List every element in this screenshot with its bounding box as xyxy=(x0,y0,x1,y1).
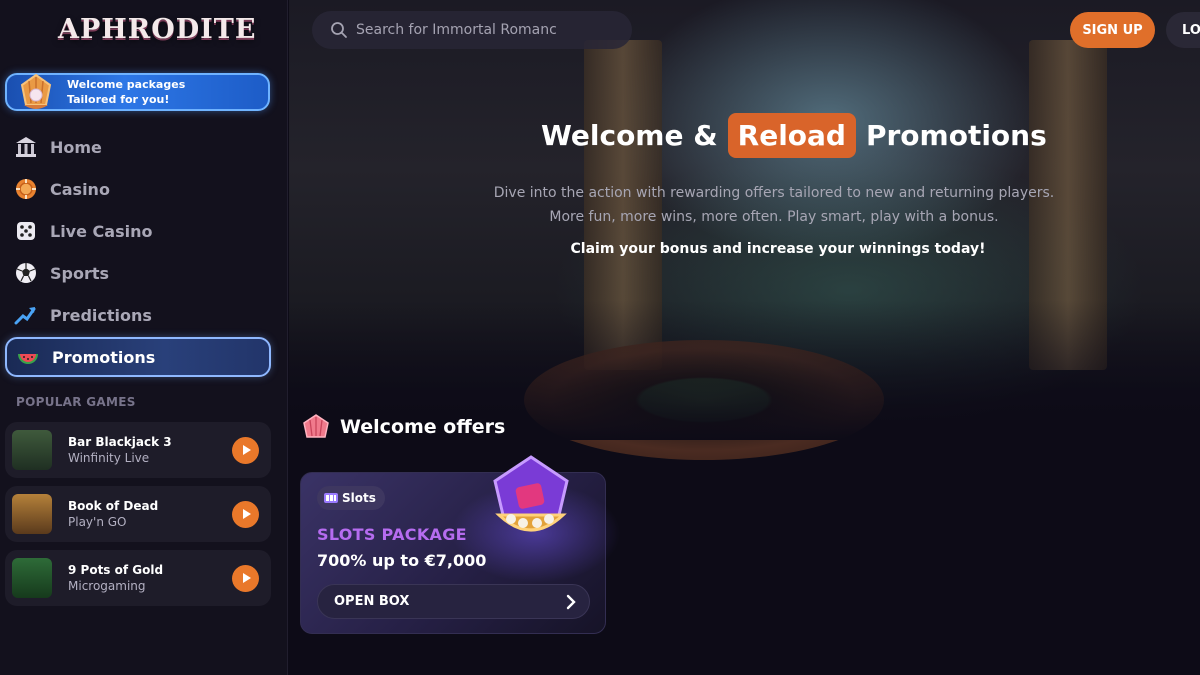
hero-title-post: Promotions xyxy=(865,119,1047,152)
sign-up-button[interactable]: SIGN UP xyxy=(1070,12,1155,48)
offer-card[interactable]: Slots SLOTS PACKAGE 700% up to €7,000 OP… xyxy=(300,455,621,634)
welcome-offers-title: Welcome offers xyxy=(340,416,506,438)
chip-icon xyxy=(13,176,39,202)
offer-package-title: SLOTS PACKAGE xyxy=(317,525,467,544)
hero-title: Welcome & Reload Promotions xyxy=(541,113,1047,158)
nav-label-casino: Casino xyxy=(50,179,110,199)
nav-item-casino[interactable]: Casino xyxy=(5,169,271,209)
nav-label-predictions: Predictions xyxy=(50,305,152,325)
chevron-right-icon xyxy=(566,594,576,609)
search-placeholder: Search for Immortal Romanc xyxy=(356,22,557,38)
nav-label-home: Home xyxy=(50,137,102,157)
nav-item-promotions[interactable]: Promotions xyxy=(5,337,271,377)
welcome-banner-line1: Welcome packages xyxy=(67,78,186,91)
play-icon[interactable] xyxy=(232,564,259,592)
seashell-icon xyxy=(303,414,329,438)
sidebar: APHRODITE Welcome packages Tailored for … xyxy=(0,0,288,675)
hero-title-highlight: Reload xyxy=(727,113,856,158)
popular-game-row[interactable]: Bar Blackjack 3 Winfinity Live xyxy=(5,422,271,478)
game-name: Book of Dead xyxy=(68,499,159,513)
main-nav: Home Casino Live Casino Sports Predictio… xyxy=(5,127,271,379)
game-thumbnail xyxy=(12,558,52,598)
welcome-packages-banner[interactable]: Welcome packages Tailored for you! xyxy=(5,73,270,111)
welcome-banner-line2: Tailored for you! xyxy=(67,93,170,106)
nav-label-promotions: Promotions xyxy=(52,347,156,367)
game-thumbnail xyxy=(12,430,52,470)
popular-games-title: POPULAR GAMES xyxy=(16,395,136,409)
popular-game-row[interactable]: 9 Pots of Gold Microgaming xyxy=(5,550,271,606)
dice-icon xyxy=(13,218,39,244)
treasure-shell-icon xyxy=(493,455,569,532)
game-provider: Winfinity Live xyxy=(68,451,150,465)
game-name: Bar Blackjack 3 xyxy=(68,435,172,449)
main-content: Search for Immortal Romanc SIGN UP LO We… xyxy=(289,0,1200,675)
nav-item-sports[interactable]: Sports xyxy=(5,253,271,293)
log-in-button[interactable]: LO xyxy=(1166,12,1200,48)
hero-description: Dive into the action with rewarding offe… xyxy=(493,185,1055,225)
search-icon xyxy=(331,22,347,38)
play-icon[interactable] xyxy=(232,500,259,528)
pearl-shell-icon xyxy=(20,73,52,109)
game-thumbnail xyxy=(12,494,52,534)
nav-label-sports: Sports xyxy=(50,263,110,283)
game-provider: Play'n GO xyxy=(68,515,127,529)
offer-tag-label: Slots xyxy=(342,491,376,505)
welcome-offers-heading: Welcome offers xyxy=(300,411,505,443)
popular-game-row[interactable]: Book of Dead Play'n GO xyxy=(5,486,271,542)
soccer-ball-icon xyxy=(13,260,39,286)
nav-item-home[interactable]: Home xyxy=(5,127,271,167)
game-name: 9 Pots of Gold xyxy=(68,563,164,577)
hero-title-pre: Welcome & xyxy=(541,119,718,152)
nav-item-live-casino[interactable]: Live Casino xyxy=(5,211,271,251)
game-provider: Microgaming xyxy=(68,579,146,593)
slot-machine-icon xyxy=(324,493,338,503)
offer-tag: Slots xyxy=(317,486,385,510)
offer-amount: 700% up to €7,000 xyxy=(317,551,487,570)
nav-label-live-casino: Live Casino xyxy=(50,221,153,241)
open-box-button[interactable]: OPEN BOX xyxy=(317,584,590,619)
brand-logo[interactable]: APHRODITE xyxy=(58,14,256,45)
play-icon[interactable] xyxy=(232,436,259,464)
temple-icon xyxy=(13,134,39,160)
nav-item-predictions[interactable]: Predictions xyxy=(5,295,271,335)
trend-arrow-icon xyxy=(13,302,39,328)
hero-cta-text: Claim your bonus and increase your winni… xyxy=(570,241,986,257)
watermelon-icon xyxy=(15,344,41,370)
open-box-label: OPEN BOX xyxy=(334,594,410,609)
search-input[interactable]: Search for Immortal Romanc xyxy=(312,11,632,49)
